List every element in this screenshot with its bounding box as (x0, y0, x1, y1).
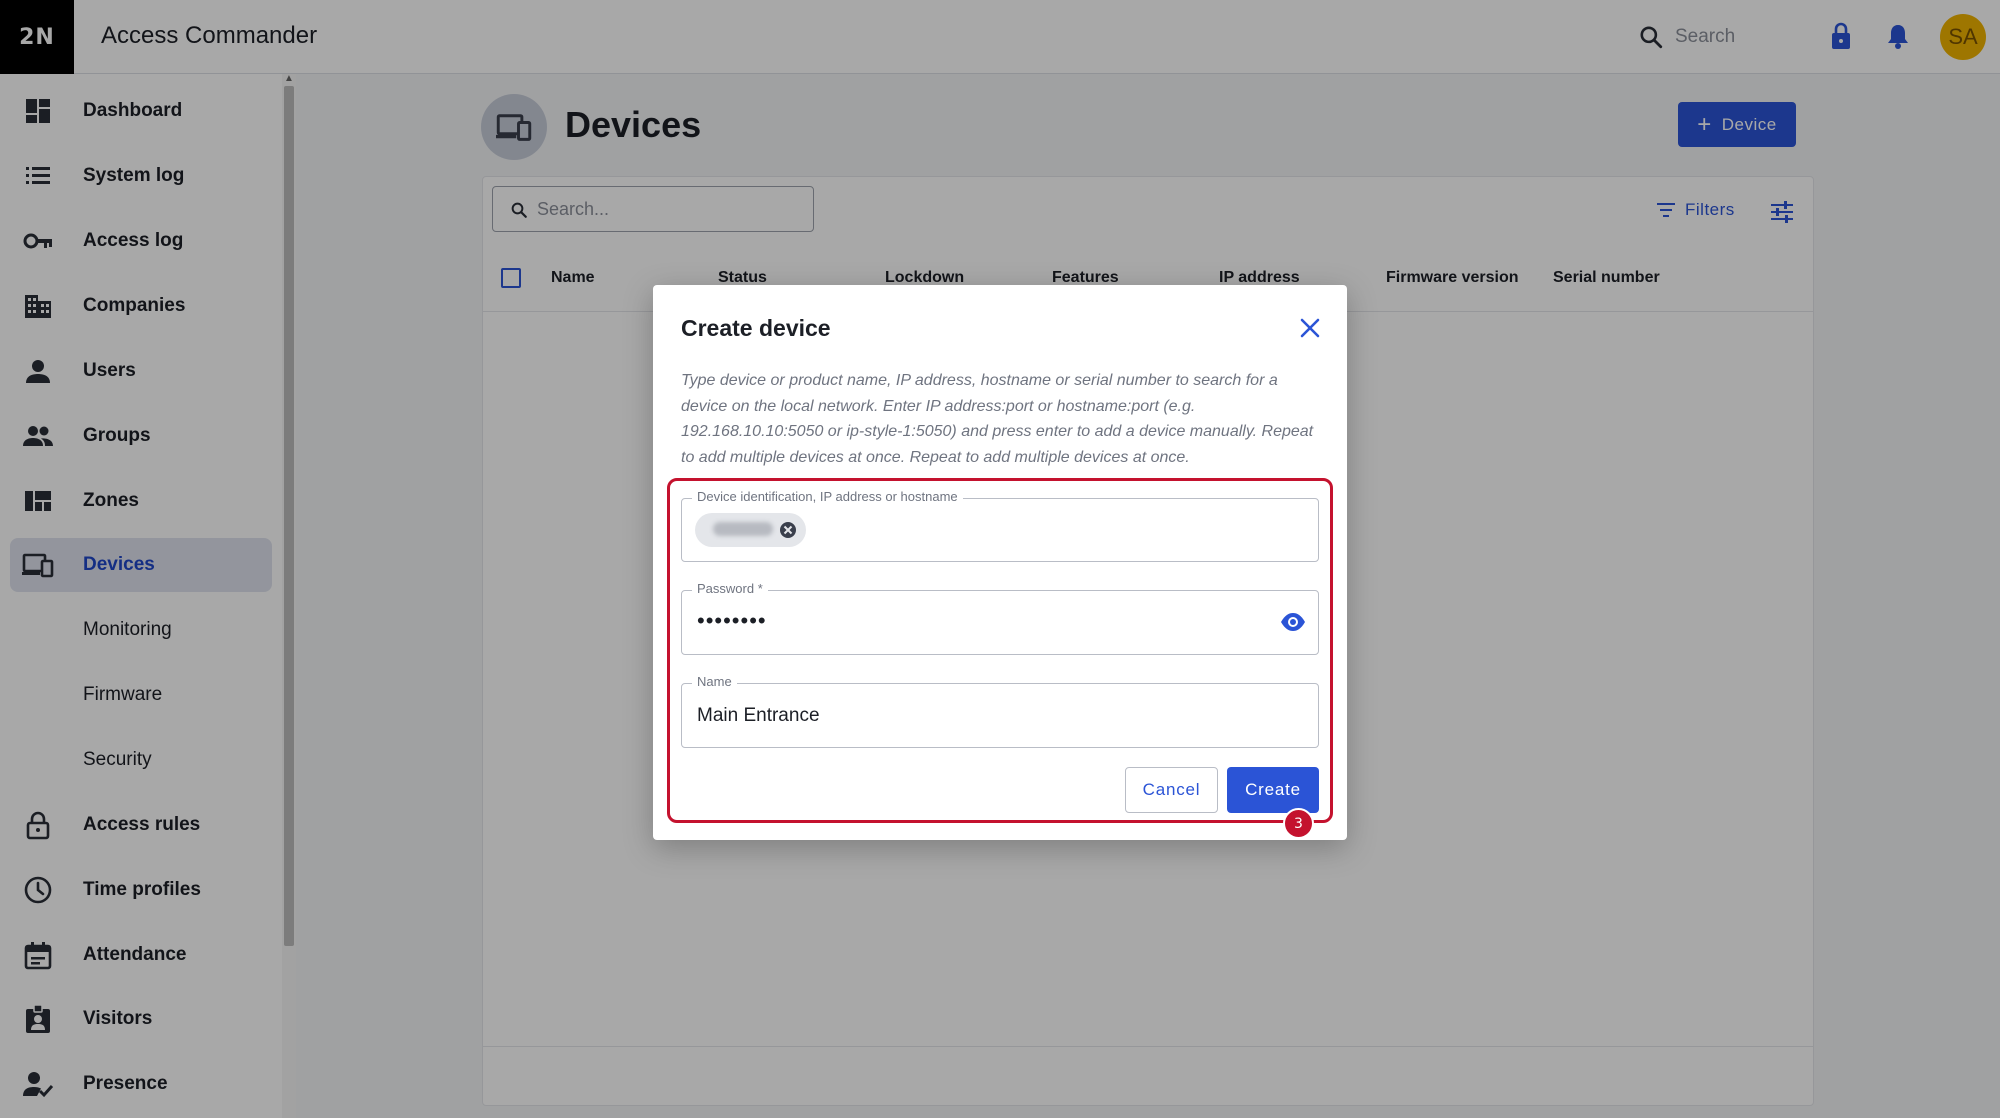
show-password-eye-icon[interactable] (1280, 612, 1306, 632)
name-field-label: Name (692, 674, 737, 689)
device-chip[interactable] (695, 513, 806, 547)
password-field[interactable]: Password * •••••••• (681, 581, 1319, 655)
device-field-label: Device identification, IP address or hos… (692, 489, 963, 504)
dialog-title: Create device (681, 315, 831, 341)
password-field-label: Password * (692, 581, 768, 596)
name-value: Main Entrance (697, 705, 820, 726)
device-chip-value-blurred (713, 522, 773, 536)
create-button[interactable]: Create (1227, 767, 1319, 813)
remove-chip-icon[interactable] (779, 521, 797, 539)
cancel-button[interactable]: Cancel (1125, 767, 1218, 813)
name-field[interactable]: Name Main Entrance (681, 674, 1319, 748)
device-identification-field[interactable]: Device identification, IP address or hos… (681, 489, 1319, 562)
dialog-description: Type device or product name, IP address,… (681, 372, 1314, 466)
tutorial-step-badge: 3 (1283, 808, 1314, 839)
password-value: •••••••• (697, 608, 767, 633)
close-icon[interactable] (1299, 317, 1321, 339)
